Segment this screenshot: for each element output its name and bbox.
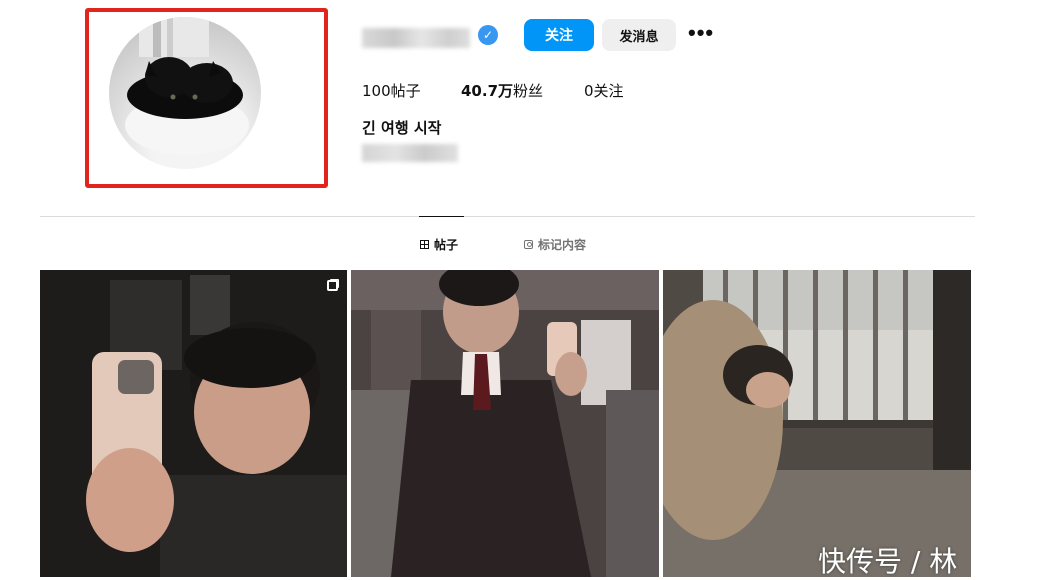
avatar[interactable] bbox=[109, 17, 261, 169]
tabs-divider bbox=[40, 216, 975, 217]
posts-stat-label: 帖子 bbox=[390, 82, 421, 100]
post-1-image bbox=[40, 270, 347, 577]
post-thumbnail-1[interactable] bbox=[40, 270, 347, 577]
tab-tagged[interactable]: 标记内容 bbox=[524, 236, 586, 253]
active-tab-indicator bbox=[419, 216, 464, 217]
followers-stat[interactable]: 40.7万粉丝 bbox=[461, 80, 543, 101]
post-thumbnail-3[interactable] bbox=[663, 270, 971, 577]
post-2-image bbox=[351, 270, 659, 577]
tab-tagged-label: 标记内容 bbox=[538, 238, 587, 252]
post-3-image bbox=[663, 270, 971, 577]
bio-text-blurred bbox=[362, 144, 458, 162]
tag-icon bbox=[524, 240, 533, 249]
grid-icon bbox=[420, 240, 429, 249]
following-stat-label: 关注 bbox=[593, 82, 624, 100]
message-button[interactable]: 发消息 bbox=[602, 19, 676, 51]
bio-name: 긴 여행 시작 bbox=[362, 119, 442, 137]
tab-posts-label: 帖子 bbox=[434, 238, 459, 252]
verified-badge-icon: ✓ bbox=[478, 25, 498, 45]
follow-button[interactable]: 关注 bbox=[524, 19, 594, 51]
followers-count: 40.7万 bbox=[461, 82, 514, 100]
post-thumbnail-2[interactable] bbox=[351, 270, 659, 577]
tab-posts[interactable]: 帖子 bbox=[420, 236, 458, 253]
watermark-text: 快传号 / 林 bbox=[818, 545, 958, 578]
multiple-photos-icon bbox=[327, 280, 338, 291]
username-blurred bbox=[362, 28, 470, 48]
posts-count: 100 bbox=[362, 82, 391, 100]
posts-stat[interactable]: 100帖子 bbox=[362, 80, 421, 101]
following-count: 0 bbox=[584, 82, 594, 100]
followers-stat-label: 粉丝 bbox=[513, 82, 544, 100]
more-options-icon[interactable]: ••• bbox=[688, 22, 714, 48]
following-stat[interactable]: 0关注 bbox=[584, 80, 624, 101]
avatar-image bbox=[125, 17, 249, 155]
